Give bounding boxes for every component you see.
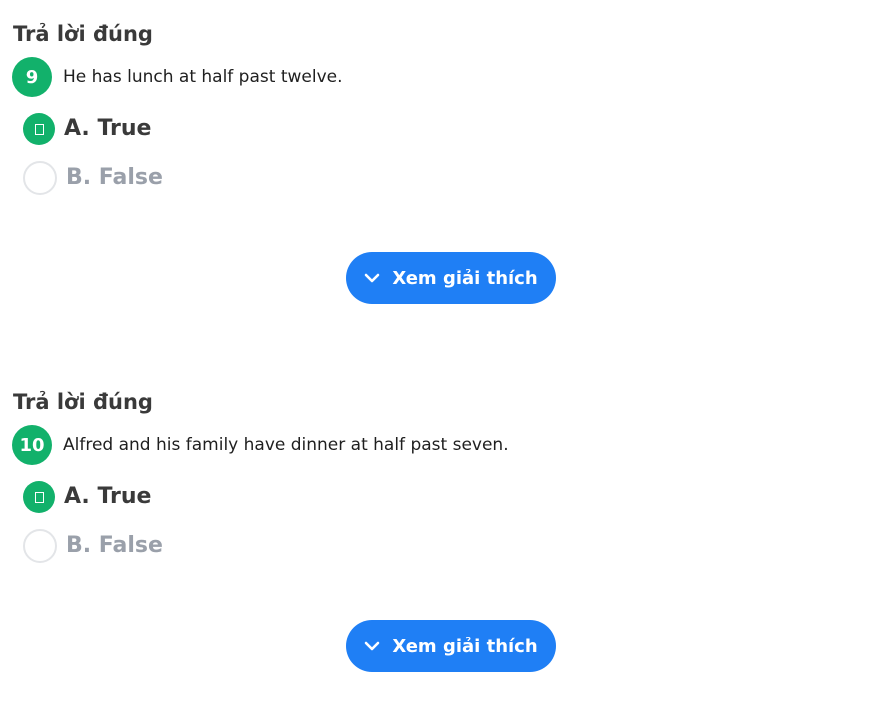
question-card-10: Trả lời đúng 10 Alfred and his family ha…: [0, 368, 882, 672]
option-a-radio[interactable]: [23, 113, 55, 145]
check-icon: [34, 491, 44, 503]
option-b-radio[interactable]: [23, 161, 57, 195]
option-a-label: A. True: [64, 484, 152, 509]
option-a-label: A. True: [64, 116, 152, 141]
show-explanation-label: Xem giải thích: [392, 267, 538, 289]
option-b-label: B. False: [66, 165, 163, 190]
show-explanation-label: Xem giải thích: [392, 635, 538, 657]
chevron-down-icon: [365, 641, 380, 651]
show-explanation-button[interactable]: Xem giải thích: [346, 620, 556, 672]
option-b[interactable]: B. False: [23, 161, 163, 195]
option-a-radio[interactable]: [23, 481, 55, 513]
option-b[interactable]: B. False: [23, 529, 163, 563]
question-number-badge: 10: [12, 425, 52, 465]
question-card-9: Trả lời đúng 9 He has lunch at half past…: [0, 0, 882, 304]
question-number-badge: 9: [12, 57, 52, 97]
option-a[interactable]: A. True: [23, 480, 151, 514]
question-text: Alfred and his family have dinner at hal…: [63, 435, 509, 455]
option-b-label: B. False: [66, 533, 163, 558]
option-b-radio[interactable]: [23, 529, 57, 563]
question-text: He has lunch at half past twelve.: [63, 67, 343, 87]
chevron-down-icon: [365, 273, 380, 283]
option-a[interactable]: A. True: [23, 112, 151, 146]
answer-status: Trả lời đúng: [13, 390, 153, 414]
answer-status: Trả lời đúng: [13, 22, 153, 46]
show-explanation-button[interactable]: Xem giải thích: [346, 252, 556, 304]
check-icon: [34, 123, 44, 135]
